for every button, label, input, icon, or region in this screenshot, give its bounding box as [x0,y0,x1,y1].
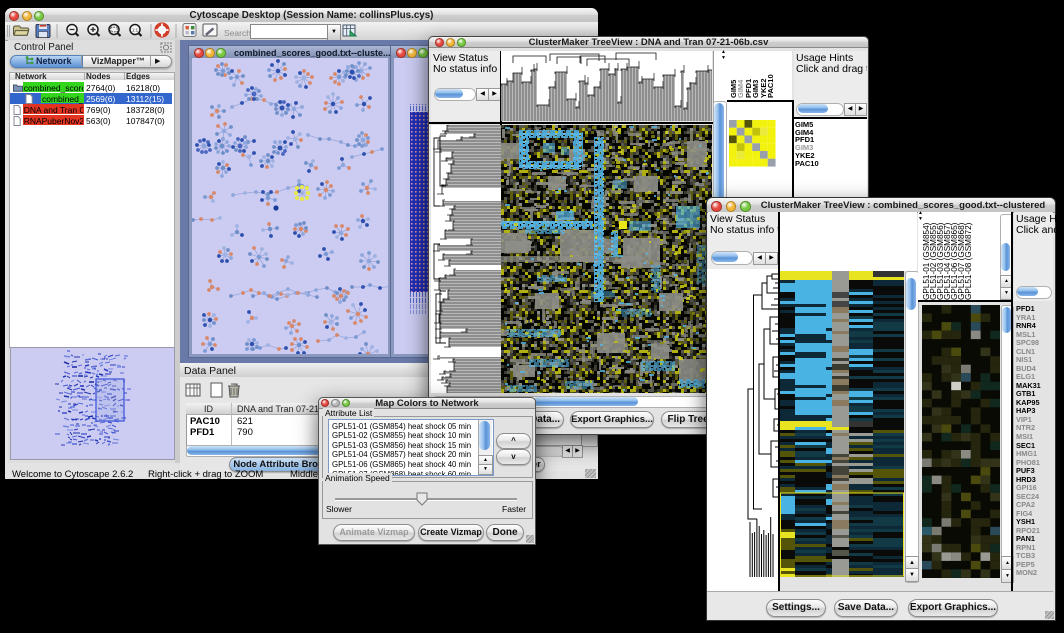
svg-text:1:1: 1:1 [132,28,139,33]
